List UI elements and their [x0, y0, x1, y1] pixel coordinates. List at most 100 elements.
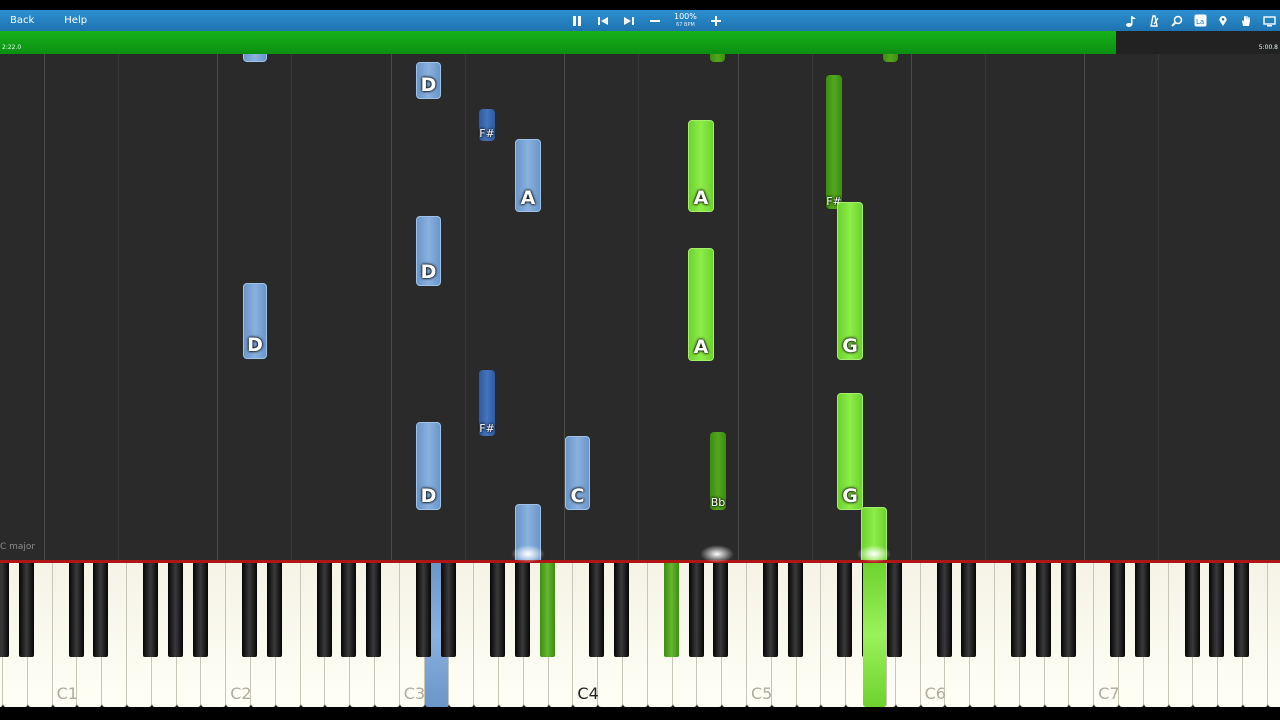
black-key[interactable] [1011, 563, 1026, 657]
black-key[interactable] [143, 563, 158, 657]
bottom-bar [0, 707, 1280, 720]
black-key[interactable] [267, 563, 282, 657]
black-key[interactable] [887, 563, 902, 657]
black-key[interactable] [787, 563, 803, 657]
minus-icon[interactable] [648, 14, 662, 28]
key-glow [857, 545, 891, 563]
back-button[interactable]: Back [4, 15, 40, 26]
toolbar: Back Help 100% 67 BPM La [0, 10, 1280, 31]
black-key[interactable] [663, 563, 679, 657]
song-progress-bar[interactable]: 2:22.0 5:00.8 [0, 31, 1280, 54]
note-block: D [416, 422, 441, 510]
black-key[interactable] [713, 563, 729, 657]
note-block: A [688, 248, 714, 361]
note-block-partial [710, 54, 725, 62]
progress-fill [0, 31, 1117, 54]
black-key[interactable] [167, 563, 183, 657]
note-labels-icon[interactable]: La [1193, 14, 1207, 28]
black-key[interactable] [1234, 563, 1250, 657]
note-block: D [416, 216, 441, 286]
grid-line [638, 54, 639, 560]
metronome-icon[interactable] [1147, 14, 1161, 28]
note-block-partial [243, 54, 267, 62]
piano-keyboard[interactable]: C1 C2 C3 C4 C5 C6 C7 [0, 563, 1280, 707]
bpm-text: 67 BPM [676, 21, 695, 28]
black-key[interactable] [688, 563, 704, 657]
black-key[interactable] [1184, 563, 1200, 657]
pause-icon[interactable] [570, 14, 584, 28]
search-icon[interactable] [1170, 14, 1184, 28]
octave-line [391, 54, 392, 560]
black-key[interactable] [19, 563, 34, 657]
black-key[interactable] [614, 563, 630, 657]
octave-line [738, 54, 739, 560]
skip-back-icon[interactable] [596, 14, 610, 28]
black-key[interactable] [415, 563, 431, 657]
map-pin-icon[interactable] [1216, 14, 1230, 28]
octave-line [911, 54, 912, 560]
note-block: A [688, 120, 714, 212]
black-key[interactable] [1110, 563, 1126, 657]
black-key[interactable] [366, 563, 382, 657]
black-key[interactable] [961, 563, 977, 657]
octave-line [1084, 54, 1085, 560]
black-key[interactable] [515, 563, 530, 657]
note-block: F# [826, 75, 842, 209]
octave-line [44, 54, 45, 560]
screen-icon[interactable] [1262, 14, 1276, 28]
zoom-readout: 100% 67 BPM [674, 11, 697, 29]
black-key[interactable] [68, 563, 84, 657]
black-key[interactable] [242, 563, 258, 657]
note-block: F# [479, 109, 495, 141]
grid-line [1158, 54, 1159, 560]
total-time: 5:00.8 [1258, 44, 1278, 51]
music-note-icon[interactable] [1124, 14, 1138, 28]
white-key[interactable] [1267, 563, 1280, 707]
octave-label: C4 [577, 684, 599, 703]
black-key[interactable] [589, 563, 605, 657]
note-block-partial [883, 54, 898, 62]
note-block: F# [479, 370, 495, 436]
help-button[interactable]: Help [58, 15, 93, 26]
grid-line [118, 54, 119, 560]
black-key[interactable] [539, 563, 555, 657]
black-key[interactable] [440, 563, 456, 657]
octave-label: C1 [56, 684, 78, 703]
octave-label: C2 [230, 684, 252, 703]
note-block: G [837, 393, 863, 510]
plus-icon[interactable] [709, 14, 723, 28]
grid-line [985, 54, 986, 560]
grid-line [465, 54, 466, 560]
black-key[interactable] [316, 563, 332, 657]
note-roll: D D D D F# F# A C A A F# G G Bb [0, 54, 1280, 560]
key-signature: C major [0, 542, 36, 552]
black-key[interactable] [192, 563, 208, 657]
black-key[interactable] [0, 563, 10, 657]
black-key[interactable] [490, 563, 506, 657]
octave-label: C5 [751, 684, 773, 703]
black-key[interactable] [1135, 563, 1150, 657]
skip-forward-icon[interactable] [622, 14, 636, 28]
black-key[interactable] [763, 563, 778, 657]
black-key[interactable] [936, 563, 952, 657]
note-block: Bb [710, 432, 726, 510]
key-glow [700, 545, 734, 563]
grid-line [291, 54, 292, 560]
hand-icon[interactable] [1239, 14, 1253, 28]
black-key[interactable] [837, 563, 853, 657]
octave-label: C6 [924, 684, 946, 703]
grid-line [812, 54, 813, 560]
octave-label: C7 [1098, 684, 1120, 703]
note-block: A [515, 139, 541, 212]
black-key[interactable] [341, 563, 357, 657]
svg-text:La: La [1196, 18, 1204, 26]
black-key[interactable] [1060, 563, 1076, 657]
note-block: G [837, 202, 863, 360]
black-key[interactable] [1209, 563, 1225, 657]
black-key[interactable] [1035, 563, 1051, 657]
octave-label: C3 [403, 684, 426, 703]
zoom-percent: 100% [674, 11, 697, 21]
black-key[interactable] [93, 563, 109, 657]
note-block: C [565, 436, 590, 510]
elapsed-time: 2:22.0 [2, 44, 22, 51]
